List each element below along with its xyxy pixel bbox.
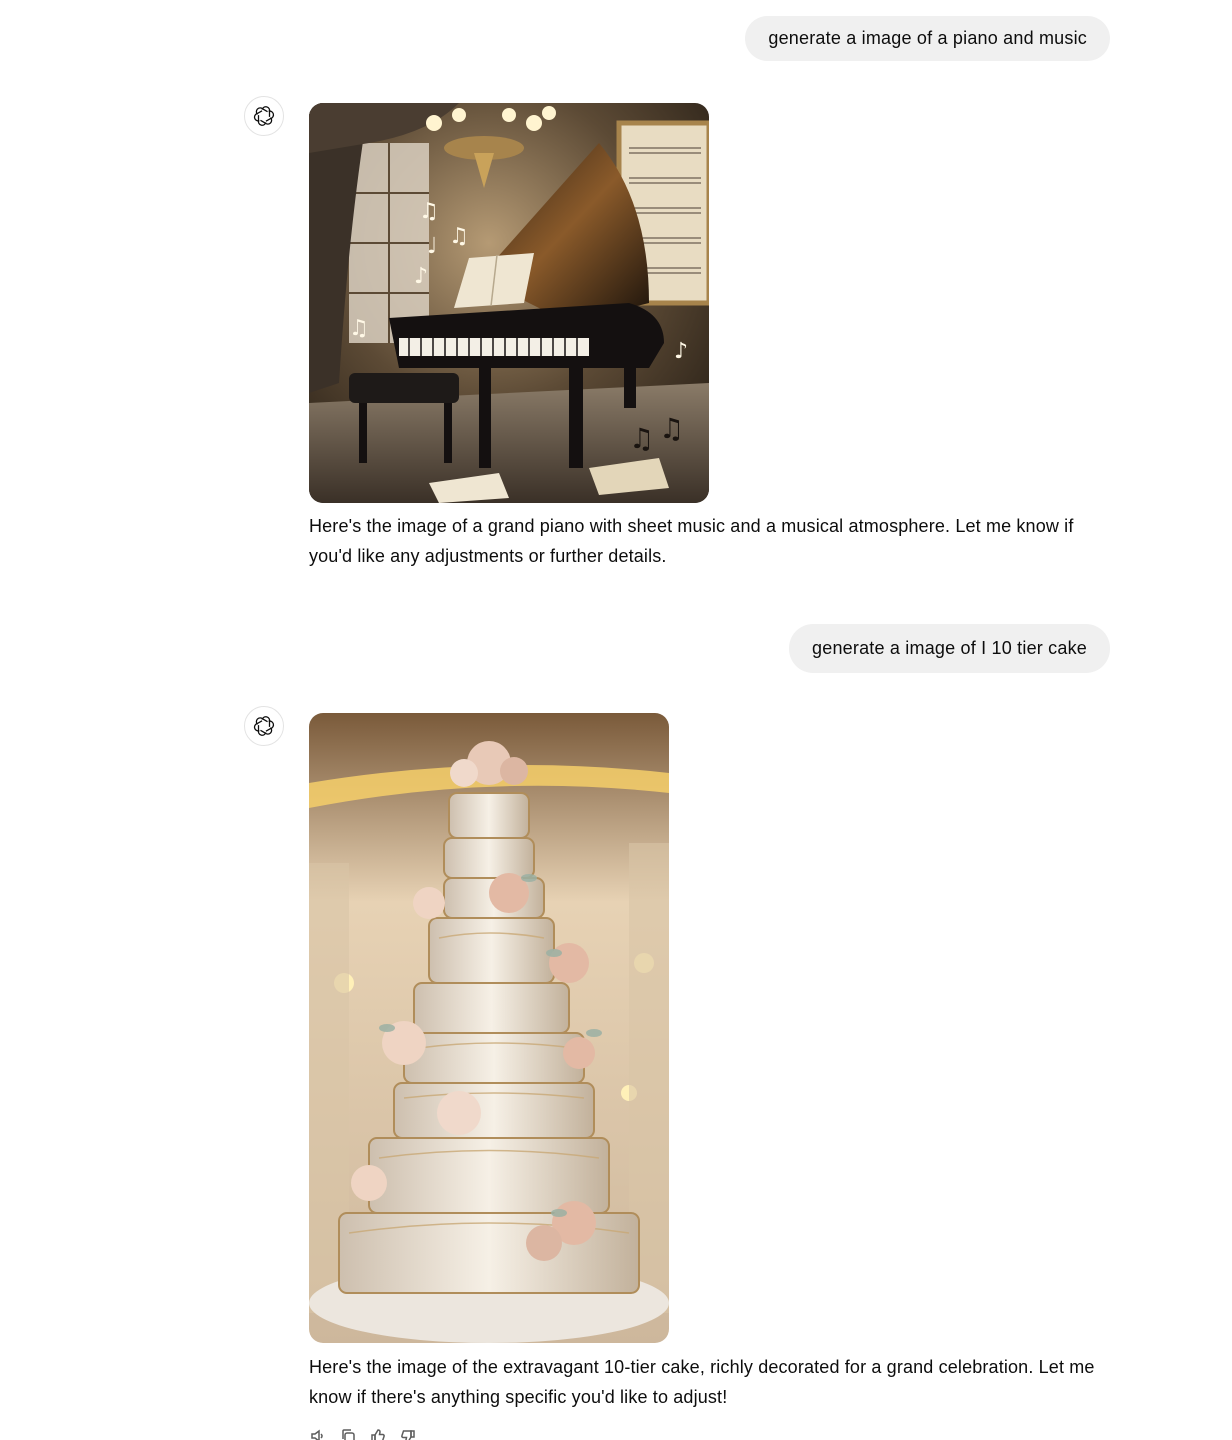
speaker-icon xyxy=(311,1429,323,1440)
thumbs-down-button[interactable] xyxy=(399,1428,417,1440)
thumbs-up-icon xyxy=(371,1429,385,1440)
assistant-avatar xyxy=(244,706,284,746)
cake-scene xyxy=(309,713,669,1343)
svg-text:♫: ♫ xyxy=(449,224,469,249)
generated-image-cake[interactable] xyxy=(309,713,669,1343)
piano-scene: ♫ ♫ ♩ ♪ ♫ ♪ ♫ ♫ xyxy=(309,103,709,503)
copy-button[interactable] xyxy=(339,1428,357,1440)
svg-text:♪: ♪ xyxy=(674,339,688,364)
assistant-message-text: Here's the image of a grand piano with s… xyxy=(309,516,1074,566)
generated-image-piano[interactable]: ♫ ♫ ♩ ♪ ♫ ♪ ♫ ♫ xyxy=(309,103,709,503)
assistant-message-text: Here's the image of the extravagant 10-t… xyxy=(309,1357,1095,1407)
svg-text:♩: ♩ xyxy=(427,234,437,259)
user-message-bubble: generate a image of I 10 tier cake xyxy=(789,624,1110,673)
openai-logo-icon xyxy=(253,106,275,126)
openai-logo-icon xyxy=(253,716,275,736)
svg-text:♫: ♫ xyxy=(419,199,439,224)
svg-text:♫: ♫ xyxy=(659,412,684,445)
assistant-avatar xyxy=(244,96,284,136)
svg-text:♪: ♪ xyxy=(414,264,428,289)
copy-icon xyxy=(342,1429,355,1440)
read-aloud-button[interactable] xyxy=(309,1428,327,1440)
message-actions xyxy=(309,1428,417,1440)
svg-text:♫: ♫ xyxy=(349,316,369,341)
chat-page: generate a image of a piano and music ♫ … xyxy=(0,0,1232,1440)
thumbs-down-icon xyxy=(401,1430,415,1440)
svg-text:♫: ♫ xyxy=(629,422,654,455)
user-message-bubble: generate a image of a piano and music xyxy=(745,16,1110,61)
thumbs-up-button[interactable] xyxy=(369,1428,387,1440)
